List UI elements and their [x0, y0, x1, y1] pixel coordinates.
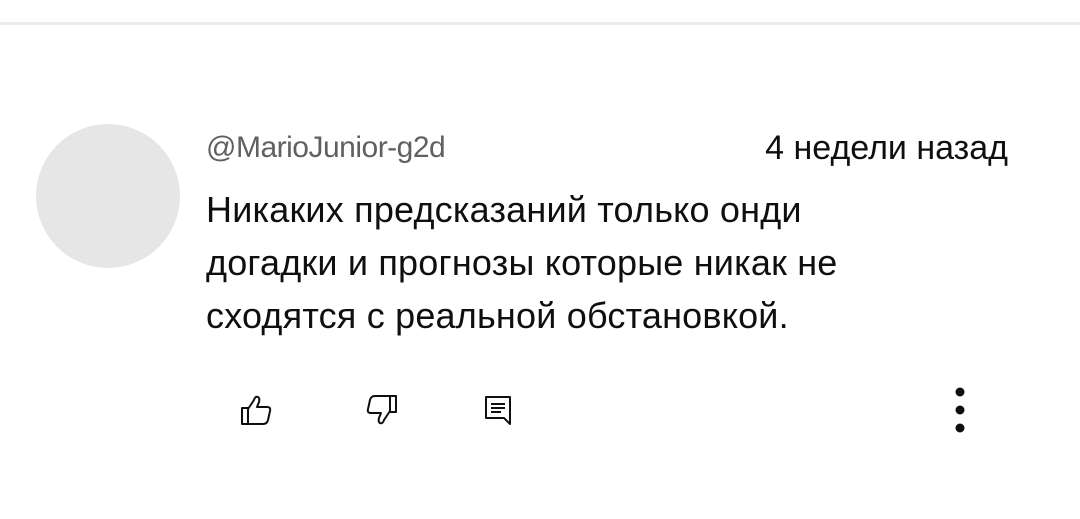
comment-author[interactable]: @MarioJunior-g2d	[206, 128, 446, 168]
comment-text: Никаких предсказаний только онди догадки…	[206, 183, 1026, 342]
comment-line: догадки и прогнозы которые никак не	[206, 242, 838, 283]
more-options-button[interactable]	[938, 380, 982, 440]
reply-button[interactable]	[476, 388, 520, 432]
like-button[interactable]	[234, 388, 278, 432]
more-vertical-icon	[955, 387, 965, 433]
comment-timestamp: 4 недели назад	[765, 129, 1008, 167]
thumb-down-icon	[366, 395, 397, 425]
comment-line: Никаких предсказаний только онди	[206, 189, 802, 230]
avatar[interactable]	[36, 124, 180, 268]
dislike-button[interactable]	[360, 388, 404, 432]
top-divider	[0, 22, 1080, 25]
reply-comment-icon	[485, 396, 511, 425]
comment-line: сходятся с реальной обстановкой.	[206, 295, 789, 336]
thumb-up-icon	[241, 395, 272, 425]
